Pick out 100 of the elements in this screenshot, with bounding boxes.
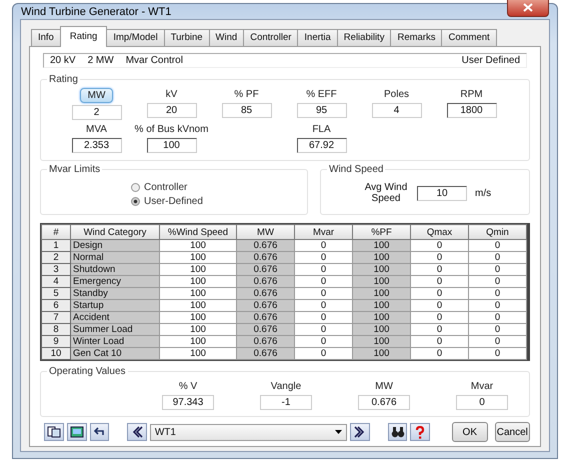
table-cell: 0 — [410, 276, 468, 288]
row-header[interactable]: 2 — [42, 252, 70, 264]
dropdown-value: WT1 — [154, 426, 176, 438]
unit-label: m/s — [475, 188, 492, 198]
row-header[interactable]: 7 — [42, 312, 70, 324]
radio-option[interactable]: User-Defined — [131, 196, 301, 207]
previous-button[interactable] — [127, 423, 147, 441]
field-label: Mvar — [470, 380, 494, 393]
tab[interactable]: Info — [31, 29, 61, 46]
radio-option[interactable]: Controller — [131, 182, 301, 193]
tab[interactable]: Imp/Model — [106, 29, 165, 46]
input-field[interactable]: 10 — [417, 186, 467, 200]
icon-button[interactable] — [90, 423, 110, 441]
icon-button[interactable] — [44, 423, 64, 441]
tab[interactable]: Reliability — [336, 29, 392, 46]
field-label: % V — [178, 380, 198, 393]
row-header[interactable]: 4 — [42, 276, 70, 288]
tab[interactable]: Controller — [243, 29, 298, 46]
table-cell: 0 — [410, 300, 468, 312]
table-cell: 0 — [294, 312, 352, 324]
column-header[interactable]: Qmin — [468, 224, 526, 240]
close-icon — [523, 3, 533, 12]
tab[interactable]: Wind — [208, 29, 244, 46]
table-cell: Standby — [70, 288, 160, 300]
table-cell: 0 — [294, 240, 352, 252]
row-header[interactable]: 5 — [42, 288, 70, 300]
table-cell: 100 — [160, 336, 236, 348]
help-button[interactable] — [410, 423, 430, 441]
input-field: 0.676 — [358, 395, 410, 410]
table-cell: 0 — [468, 300, 526, 312]
table-cell: 0 — [468, 312, 526, 324]
table-cell: 0 — [410, 252, 468, 264]
group-title: Rating — [47, 74, 80, 85]
next-button[interactable] — [350, 423, 370, 441]
column-header[interactable]: MW — [236, 224, 294, 240]
column-header[interactable]: Wind Category — [70, 224, 160, 240]
table-cell: 0 — [294, 288, 352, 300]
column-header[interactable]: %Wind Speed — [160, 224, 236, 240]
search-button[interactable] — [388, 423, 408, 441]
table-cell: 0 — [294, 348, 352, 360]
input-field[interactable]: 1800 — [446, 103, 496, 118]
table-cell: Accident — [70, 312, 160, 324]
tab[interactable]: Rating — [60, 26, 108, 47]
table-cell: 0 — [468, 288, 526, 300]
binoculars-icon — [390, 426, 405, 438]
question-mark-icon — [415, 426, 426, 438]
row-header[interactable]: 3 — [42, 264, 70, 276]
field-label: % of Bus kVnom — [134, 123, 208, 136]
table-cell: 0 — [468, 276, 526, 288]
input-field[interactable]: 100 — [146, 138, 196, 153]
row-header[interactable]: 6 — [42, 300, 70, 312]
table-cell: Design — [70, 240, 160, 252]
input-field[interactable]: 67.92 — [296, 138, 346, 153]
table-cell: Normal — [70, 252, 160, 264]
column-header[interactable]: %PF — [352, 224, 410, 240]
table-cell: 0.676 — [236, 240, 294, 252]
table-cell: 0 — [294, 264, 352, 276]
table-cell: 100 — [352, 300, 410, 312]
table-cell: 0.676 — [236, 264, 294, 276]
table-cell: Gen Cat 10 — [70, 348, 160, 360]
info-text: 2 MW — [88, 55, 114, 66]
row-header[interactable]: 9 — [42, 336, 70, 348]
table-cell: 0 — [468, 324, 526, 336]
row-header[interactable]: 10 — [42, 348, 70, 360]
group-title: Mvar Limits — [47, 164, 102, 175]
table-cell: 100 — [352, 336, 410, 348]
table-cell: 0.676 — [236, 300, 294, 312]
table-cell: 0 — [410, 336, 468, 348]
table-cell: 100 — [160, 276, 236, 288]
table-cell: 0 — [294, 252, 352, 264]
info-text: 20 kV — [50, 55, 76, 66]
table-cell: 0.676 — [236, 252, 294, 264]
dropdown[interactable]: WT1 — [150, 424, 348, 440]
column-header[interactable]: Mvar — [294, 224, 352, 240]
icon-button[interactable] — [66, 423, 86, 441]
dialog-button[interactable]: OK — [452, 422, 488, 442]
table-cell: 0 — [468, 240, 526, 252]
column-header[interactable]: # — [42, 224, 70, 240]
table-cell: 0 — [410, 348, 468, 360]
tab[interactable]: Turbine — [164, 29, 210, 46]
table-cell: 100 — [352, 288, 410, 300]
table-cell: 100 — [160, 300, 236, 312]
close-button[interactable] — [507, 0, 549, 17]
info-text: Mvar Control — [126, 55, 183, 66]
table-cell: 0 — [294, 336, 352, 348]
tab[interactable]: Inertia — [297, 29, 338, 46]
table-cell: 100 — [352, 276, 410, 288]
table-cell: 100 — [352, 264, 410, 276]
field-label: Avg Wind Speed — [364, 182, 408, 204]
tab[interactable]: Comment — [441, 29, 497, 46]
table-cell: 0 — [468, 264, 526, 276]
dialog-button[interactable]: Cancel — [494, 422, 530, 442]
row-header[interactable]: 1 — [42, 240, 70, 252]
column-header[interactable]: Qmax — [410, 224, 468, 240]
table-cell: 0.676 — [236, 312, 294, 324]
input-field[interactable]: 2.353 — [72, 138, 122, 153]
caret-icon — [335, 430, 342, 434]
tab[interactable]: Remarks — [390, 29, 442, 46]
table-cell: 100 — [160, 240, 236, 252]
row-header[interactable]: 8 — [42, 324, 70, 336]
